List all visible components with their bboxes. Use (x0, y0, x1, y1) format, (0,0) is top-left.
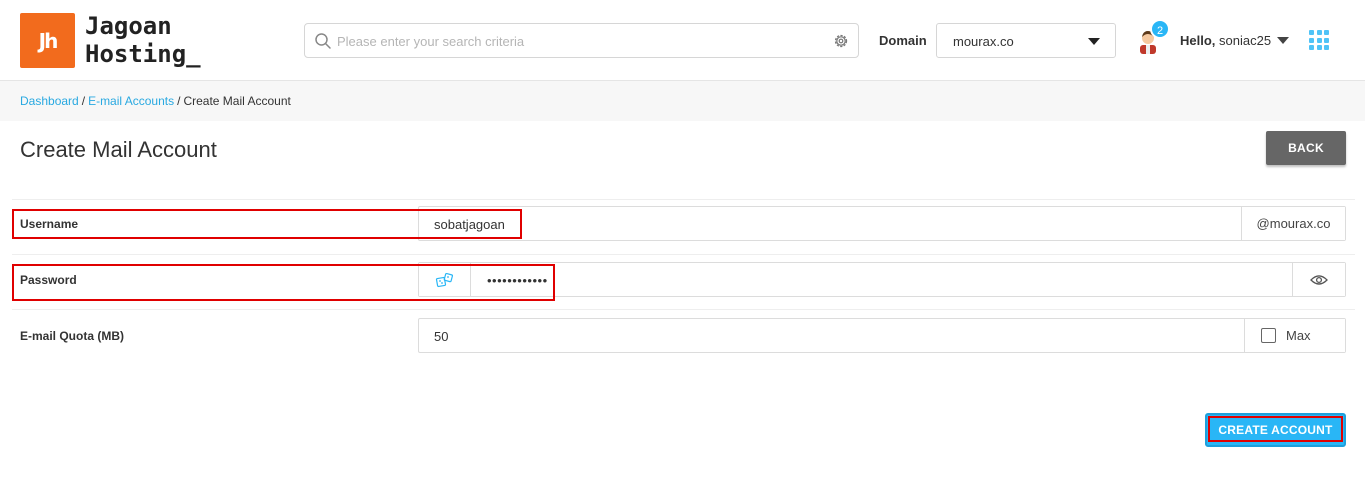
generate-password-button[interactable] (419, 263, 471, 296)
domain-select[interactable]: mourax.co (936, 23, 1116, 58)
username-field-group: @mourax.co (418, 206, 1346, 241)
brand-name-line1: Jagoan (85, 12, 172, 40)
breadcrumb-dashboard[interactable]: Dashboard (20, 94, 79, 108)
breadcrumb-separator: / (177, 94, 181, 108)
max-label: Max (1286, 328, 1311, 343)
back-button[interactable]: BACK (1266, 131, 1346, 165)
breadcrumb-separator: / (81, 94, 86, 108)
max-checkbox[interactable] (1261, 328, 1276, 343)
toggle-password-visibility-button[interactable] (1292, 263, 1345, 296)
user-menu-chevron-icon[interactable] (1277, 37, 1289, 44)
create-account-button[interactable]: CREATE ACCOUNT (1205, 413, 1346, 447)
gear-icon[interactable] (832, 32, 850, 50)
quota-max-option[interactable]: Max (1244, 319, 1345, 352)
breadcrumb-email-accounts[interactable]: E-mail Accounts (88, 94, 174, 108)
search-bar (304, 23, 859, 58)
password-input[interactable] (487, 271, 1267, 289)
breadcrumb: Dashboard / E-mail Accounts / Create Mail Ac… (20, 94, 291, 108)
quota-label: E-mail Quota (MB) (20, 329, 124, 343)
grid-apps-icon[interactable] (1309, 30, 1329, 50)
generate-password-icon (435, 272, 453, 287)
quota-field-group: Max (418, 318, 1346, 353)
brand-logo[interactable]: Jh (20, 13, 75, 68)
breadcrumb-bar: Dashboard / E-mail Accounts / Create Mail Ac… (0, 81, 1365, 121)
password-field-group (418, 262, 1346, 297)
row-divider (12, 254, 1355, 255)
brand-name-line2: Hosting_ (85, 40, 201, 68)
domain-selected-value: mourax.co (953, 34, 1014, 49)
user-greeting: Hello, (1180, 33, 1216, 48)
logo-mark: Jh (38, 28, 59, 53)
top-header: Jh Jagoan Hosting_ Domain mourax.co 2 He… (0, 0, 1365, 81)
user-menu[interactable]: Hello, soniac25 (1180, 33, 1271, 48)
search-input[interactable] (337, 30, 827, 52)
user-name: soniac25 (1219, 33, 1272, 48)
chevron-down-icon (1088, 38, 1100, 45)
notification-badge[interactable]: 2 (1150, 19, 1170, 39)
username-domain-suffix: @mourax.co (1241, 207, 1345, 240)
password-label: Password (20, 273, 77, 287)
quota-input[interactable] (434, 327, 1214, 345)
row-divider (12, 199, 1355, 200)
brand-name[interactable]: Jagoan Hosting_ (85, 12, 201, 68)
domain-label: Domain (879, 33, 927, 48)
row-divider (12, 309, 1355, 310)
username-label: Username (20, 217, 79, 231)
eye-icon (1310, 274, 1328, 285)
breadcrumb-current: Create Mail Account (183, 94, 291, 108)
search-icon (315, 33, 331, 49)
username-input[interactable] (434, 215, 1214, 233)
page-title: Create Mail Account (20, 137, 217, 162)
